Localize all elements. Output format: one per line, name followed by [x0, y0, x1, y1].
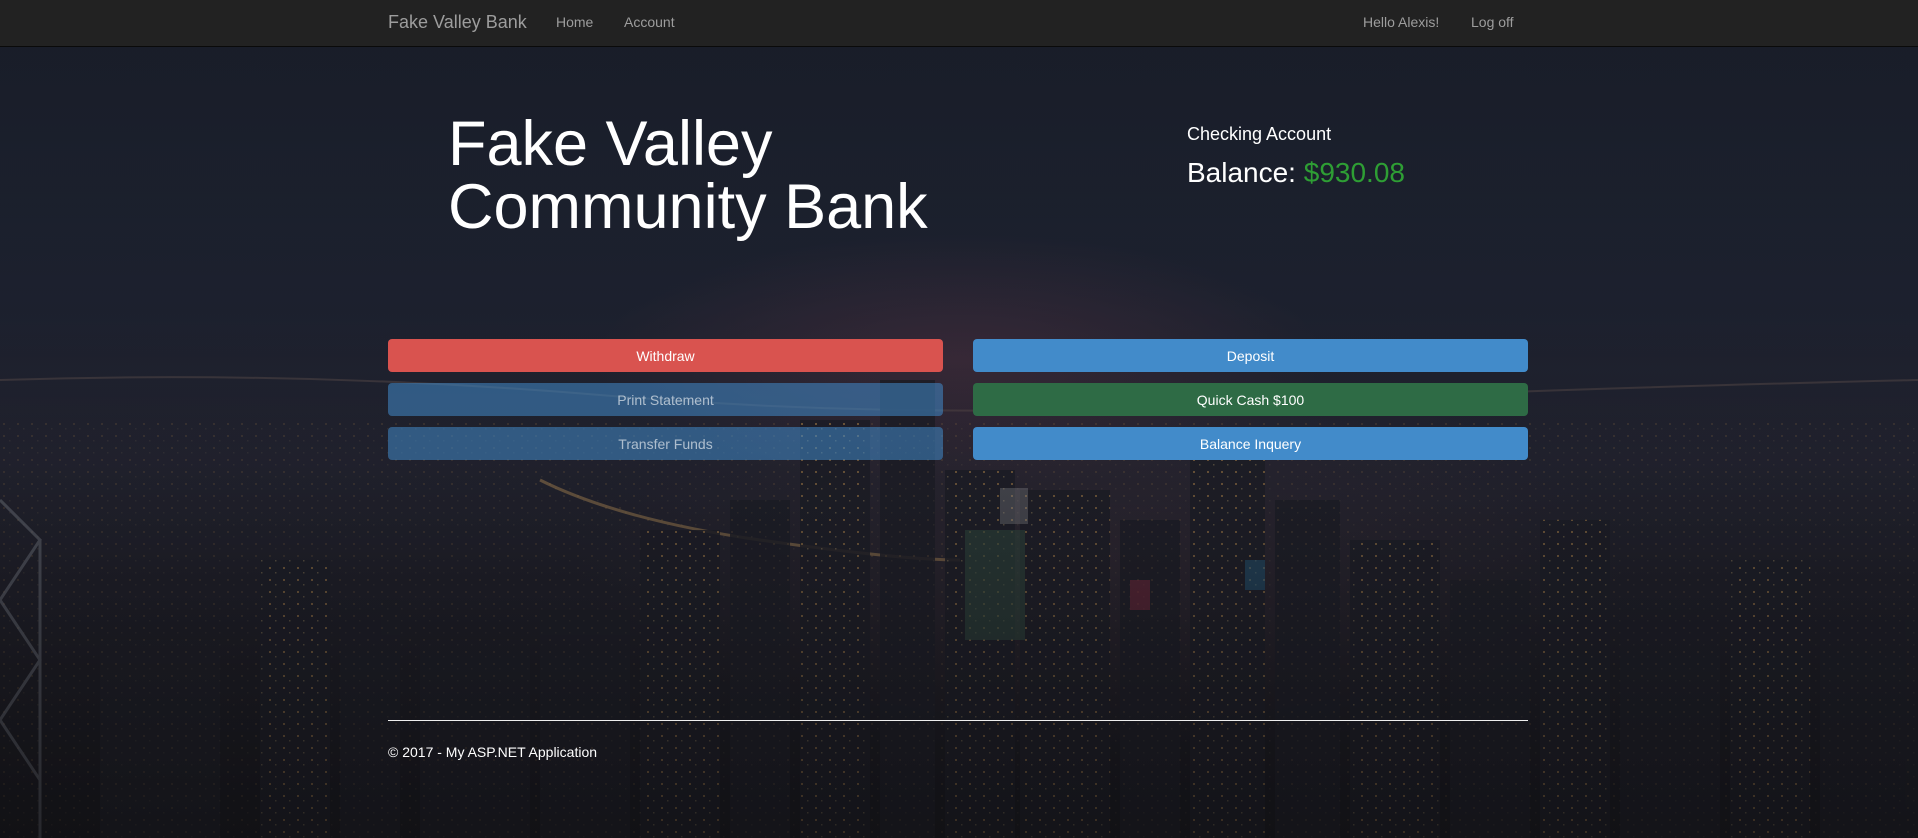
page-title: Fake Valley Community Bank: [448, 113, 1008, 239]
footer-divider: [388, 720, 1528, 721]
page-title-line-2: Community Bank: [448, 172, 928, 242]
account-type-label: Checking Account: [1187, 124, 1332, 144]
balance-display: Balance: $930.08: [1187, 157, 1405, 189]
nav-link-home[interactable]: Home: [556, 14, 593, 30]
page: Fake Valley Bank Home Account Hello Alex…: [0, 0, 1918, 838]
brand-link[interactable]: Fake Valley Bank: [388, 12, 527, 33]
logoff-link[interactable]: Log off: [1471, 14, 1514, 30]
top-navbar: Fake Valley Bank Home Account Hello Alex…: [0, 0, 1918, 47]
footer-copyright: © 2017 - My ASP.NET Application: [388, 744, 598, 760]
print-statement-button[interactable]: Print Statement: [388, 383, 943, 416]
nav-link-account[interactable]: Account: [624, 14, 675, 30]
transfer-funds-button[interactable]: Transfer Funds: [388, 427, 943, 460]
balance-inquiry-button[interactable]: Balance Inquery: [973, 427, 1528, 460]
page-title-line-1: Fake Valley: [448, 109, 773, 179]
quick-cash-button[interactable]: Quick Cash $100: [973, 383, 1528, 416]
deposit-button[interactable]: Deposit: [973, 339, 1528, 372]
balance-value: $930.08: [1303, 157, 1405, 188]
greeting-link[interactable]: Hello Alexis!: [1363, 14, 1439, 30]
balance-label: Balance:: [1187, 157, 1296, 188]
withdraw-button[interactable]: Withdraw: [388, 339, 943, 372]
